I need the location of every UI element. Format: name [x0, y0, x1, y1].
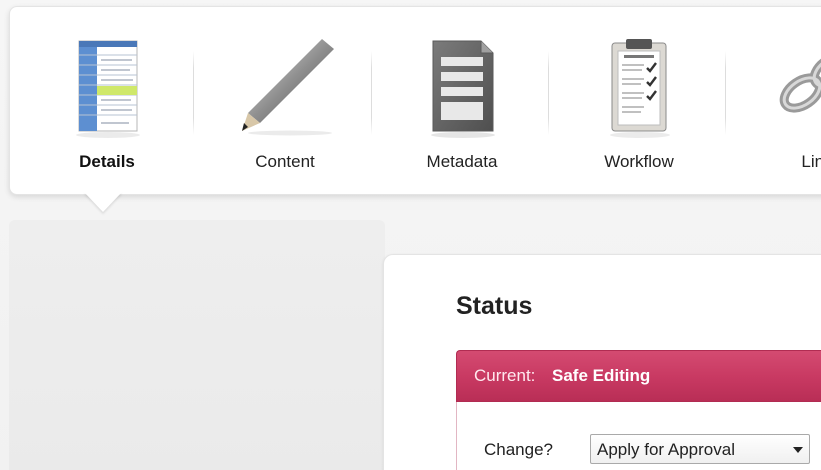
- current-label: Current:: [474, 366, 536, 385]
- active-tab-pointer: [84, 192, 122, 212]
- pencil-icon: [242, 39, 334, 136]
- change-status-select[interactable]: Apply for Approval: [590, 434, 810, 464]
- tool-label: Metadata: [426, 152, 498, 171]
- tool-label: Details: [79, 152, 135, 171]
- tool-details[interactable]: Details: [32, 31, 182, 181]
- tool-link[interactable]: Link: [742, 31, 821, 181]
- tool-label: Workflow: [604, 152, 674, 171]
- toolbar-divider: [725, 51, 726, 135]
- status-title: Status: [456, 292, 533, 320]
- left-panel: [9, 220, 385, 470]
- tool-workflow[interactable]: Workflow: [564, 31, 714, 181]
- tool-content[interactable]: Content: [210, 31, 360, 181]
- change-select-value: Apply for Approval: [597, 440, 735, 459]
- chain-link-icon: [779, 51, 821, 113]
- toolbar-divider: [548, 51, 549, 135]
- chevron-down-icon: [793, 447, 803, 453]
- details-icon: [76, 40, 140, 138]
- toolbar-divider: [193, 51, 194, 135]
- toolbar: Details Content Metadata Workflow Lin: [9, 6, 821, 195]
- tool-label: Link: [801, 152, 821, 171]
- change-label: Change?: [484, 440, 554, 459]
- workflow-clipboard-icon: [610, 39, 670, 138]
- page: Details Content Metadata Workflow Lin St…: [0, 0, 821, 470]
- metadata-form-icon: [431, 40, 495, 138]
- status-current-banner: Current: Safe Editing: [456, 350, 821, 402]
- toolbar-divider: [371, 51, 372, 135]
- tool-label: Content: [255, 152, 315, 171]
- tool-metadata[interactable]: Metadata: [387, 31, 537, 181]
- current-status-value: Safe Editing: [552, 366, 651, 385]
